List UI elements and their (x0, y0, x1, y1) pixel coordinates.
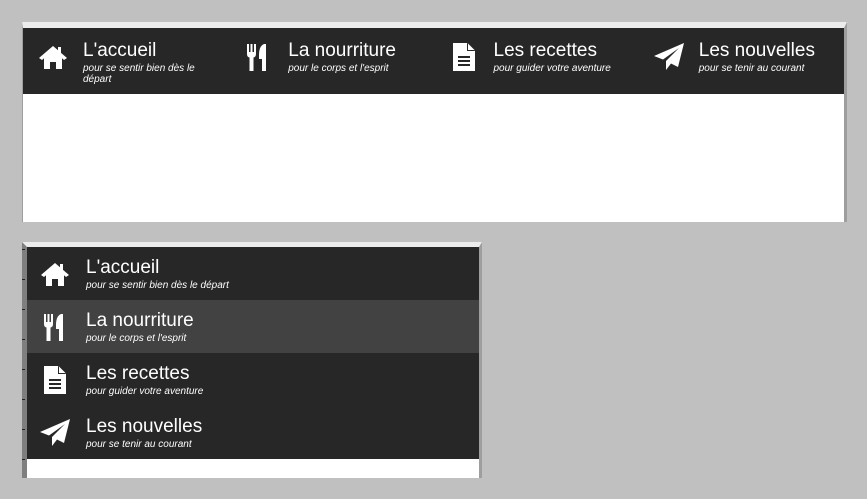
nav-item-accueil[interactable]: L'accueil pour se sentir bien dès le dép… (27, 247, 479, 300)
nav-item-nourriture[interactable]: La nourriture pour le corps et l'esprit (228, 28, 433, 94)
nav-item-recettes[interactable]: Les recettes pour guider votre aventure (27, 353, 479, 406)
home-icon (37, 41, 69, 73)
nav-item-subtitle: pour le corps et l'esprit (288, 63, 389, 74)
nav-item-subtitle: pour se sentir bien dès le départ (83, 63, 195, 85)
nav-item-nourriture[interactable]: La nourriture pour le corps et l'esprit (27, 300, 479, 353)
nav-item-subtitle: pour se sentir bien dès le départ (86, 279, 229, 291)
nav-item-nouvelles[interactable]: Les nouvelles pour se tenir au courant (639, 28, 844, 94)
utensils-icon (242, 41, 274, 73)
horizontal-nav: L'accueil pour se sentir bien dès le dép… (23, 28, 844, 94)
nav-item-title: Les recettes (86, 362, 190, 384)
home-icon (39, 258, 71, 290)
paper-plane-icon (653, 41, 685, 73)
nav-item-subtitle: pour guider votre aventure (493, 63, 611, 74)
document-icon (448, 41, 480, 73)
nav-item-recettes[interactable]: Les recettes pour guider votre aventure (434, 28, 639, 94)
nav-item-subtitle: pour le corps et l'esprit (86, 332, 187, 344)
nav-item-subtitle: pour guider votre aventure (86, 385, 204, 397)
nav-item-title: L'accueil (83, 40, 157, 61)
wide-layout-panel: L'accueil pour se sentir bien dès le dép… (22, 22, 847, 222)
nav-item-subtitle: pour se tenir au courant (698, 63, 805, 74)
narrow-layout-panel: L'accueil pour se sentir bien dès le dép… (22, 242, 482, 478)
nav-item-title: Les nouvelles (86, 415, 203, 437)
nav-item-subtitle: pour se tenir au courant (86, 438, 192, 450)
nav-item-nouvelles[interactable]: Les nouvelles pour se tenir au courant (27, 406, 479, 459)
vertical-nav: L'accueil pour se sentir bien dès le dép… (27, 247, 479, 459)
nav-item-title: Les recettes (493, 40, 598, 61)
document-icon (39, 364, 71, 396)
paper-plane-icon (39, 417, 71, 449)
nav-item-accueil[interactable]: L'accueil pour se sentir bien dès le dép… (23, 28, 228, 94)
nav-item-title: Les nouvelles (698, 40, 815, 61)
nav-item-title: La nourriture (86, 309, 194, 331)
nav-item-title: La nourriture (288, 40, 396, 61)
utensils-icon (39, 311, 71, 343)
nav-item-title: L'accueil (86, 256, 160, 278)
